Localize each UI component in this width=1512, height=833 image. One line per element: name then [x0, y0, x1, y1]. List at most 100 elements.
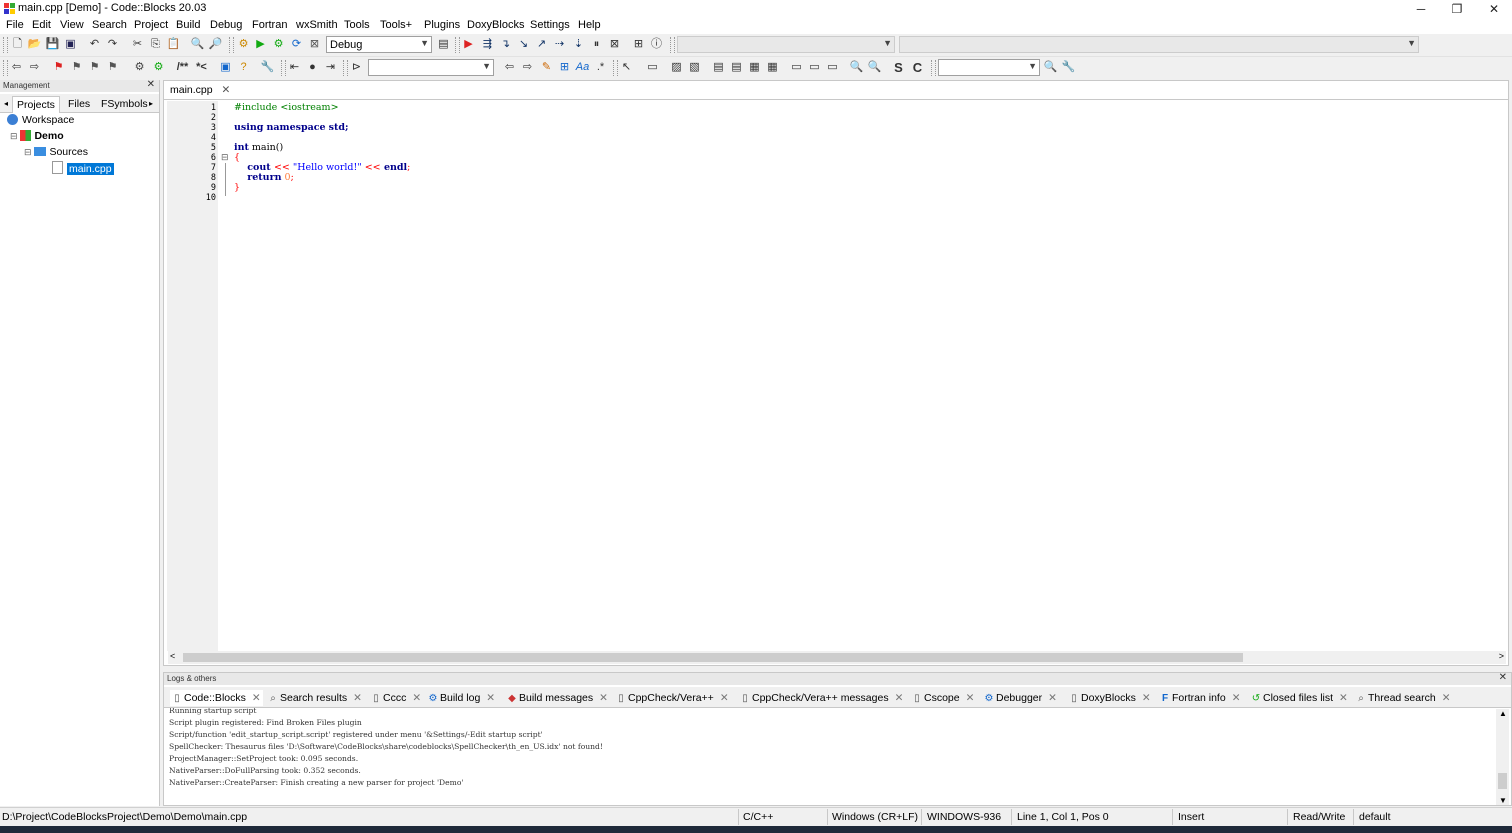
doxy-html-icon[interactable]: ?: [236, 60, 251, 75]
menu-settings[interactable]: Settings: [530, 19, 570, 31]
doxy-line-comment-icon[interactable]: *<: [194, 60, 209, 75]
menu-build[interactable]: Build: [176, 19, 200, 31]
wx-button-icon[interactable]: ▭: [807, 60, 822, 75]
incremental-search-icon[interactable]: ⊳: [349, 60, 364, 75]
editor-tab[interactable]: main.cpp ✕: [166, 82, 235, 99]
close-tab-icon[interactable]: ✕: [1048, 692, 1057, 704]
close-tab-icon[interactable]: ✕: [252, 692, 261, 704]
tab-projects[interactable]: Projects: [12, 96, 60, 113]
previous-bookmark-icon[interactable]: ⚑: [69, 60, 84, 75]
incremental-search-input[interactable]: ▼: [368, 59, 494, 76]
run-icon[interactable]: ▶: [253, 37, 268, 52]
cut-icon[interactable]: ✂: [130, 37, 145, 52]
toolbar-grip[interactable]: [670, 37, 675, 53]
tab-files[interactable]: Files: [64, 96, 94, 112]
save-all-icon[interactable]: ▣: [63, 37, 78, 52]
tab-closed-files-list[interactable]: ↺ Closed files list ✕: [1251, 690, 1348, 706]
tab-cppcheck[interactable]: ▯ CppCheck/Vera++ ✕: [616, 690, 729, 706]
close-tab-icon[interactable]: ✕: [486, 692, 495, 704]
menu-tools-plus[interactable]: Tools+: [380, 19, 412, 31]
toolbar-grip[interactable]: [343, 60, 348, 76]
toolbar-grip[interactable]: [3, 37, 8, 53]
tab-scroll-right-icon[interactable]: ▸: [145, 96, 157, 112]
build-and-run-icon[interactable]: ⚙: [271, 37, 286, 52]
menu-help[interactable]: Help: [578, 19, 601, 31]
symbol-s-icon[interactable]: S: [891, 60, 906, 75]
previous-function-icon[interactable]: ⇤: [287, 60, 302, 75]
close-tab-icon[interactable]: ✕: [895, 692, 904, 704]
zoom-in-icon[interactable]: 🔍: [849, 60, 864, 75]
menu-wxsmith[interactable]: wxSmith: [296, 19, 338, 31]
toolbar-grip[interactable]: [455, 37, 460, 53]
wrench-icon[interactable]: 🔧: [260, 60, 275, 75]
menu-file[interactable]: File: [6, 19, 24, 31]
close-tab-icon[interactable]: ✕: [1339, 692, 1348, 704]
jump-forward-icon[interactable]: ⇨: [27, 60, 42, 75]
close-tab-icon[interactable]: ✕: [1232, 692, 1241, 704]
menu-plugins[interactable]: Plugins: [424, 19, 460, 31]
toolbar-grip[interactable]: [931, 60, 936, 76]
build-target-select[interactable]: Debug ▼: [326, 36, 432, 53]
clear-bookmarks-icon[interactable]: ⚑: [105, 60, 120, 75]
tab-build-log[interactable]: ⚙ Build log ✕: [428, 690, 496, 706]
tab-codeblocks-log[interactable]: ▯ Code::Blocks ✕: [170, 690, 263, 706]
build-file-icon[interactable]: ⚙: [132, 60, 147, 75]
tab-build-messages[interactable]: ◆ Build messages ✕: [507, 690, 608, 706]
close-tab-icon[interactable]: ✕: [222, 84, 231, 96]
menu-project[interactable]: Project: [134, 19, 168, 31]
menu-doxyblocks[interactable]: DoxyBlocks: [467, 19, 524, 31]
fold-marker-icon[interactable]: ⊟: [221, 153, 229, 162]
log-output[interactable]: Running startup script Script plugin reg…: [164, 708, 1494, 804]
tab-fortran-info[interactable]: F Fortran info ✕: [1160, 690, 1241, 706]
tab-cccc[interactable]: ▯ Cccc ✕: [371, 690, 421, 706]
tab-thread-search[interactable]: ⌕ Thread search ✕: [1356, 690, 1451, 706]
horizontal-scrollbar[interactable]: < >: [168, 651, 1506, 664]
toolbar-grip[interactable]: [281, 60, 286, 76]
scrollbar-thumb[interactable]: [183, 653, 1243, 662]
stop-debug-icon[interactable]: ⊠: [607, 37, 622, 52]
next-function-icon[interactable]: ⇥: [323, 60, 338, 75]
close-button[interactable]: ✕: [1476, 0, 1512, 18]
close-icon[interactable]: ✕: [1499, 672, 1507, 683]
run-to-cursor-icon[interactable]: ⇶: [480, 37, 495, 52]
close-tab-icon[interactable]: ✕: [966, 692, 975, 704]
thread-search-input[interactable]: ▼: [938, 59, 1040, 76]
toolbar-grip[interactable]: [3, 60, 8, 76]
wx-textctrl-icon[interactable]: ▭: [825, 60, 840, 75]
search-previous-icon[interactable]: ⇦: [502, 60, 517, 75]
save-icon[interactable]: 💾: [45, 37, 60, 52]
toolbar-grip[interactable]: [613, 60, 618, 76]
close-tab-icon[interactable]: ✕: [1442, 692, 1451, 704]
wx-spacer-icon[interactable]: ▭: [789, 60, 804, 75]
scroll-down-icon[interactable]: ▼: [1499, 796, 1507, 805]
pause-icon[interactable]: ⏸: [589, 37, 604, 52]
jump-back-icon[interactable]: ⇦: [9, 60, 24, 75]
debug-windows-icon[interactable]: ⊞: [631, 37, 646, 52]
minimize-button[interactable]: ─: [1403, 0, 1439, 18]
debug-info-icon[interactable]: ⓘ: [649, 37, 664, 52]
wx-dialog-icon[interactable]: ▨: [669, 60, 684, 75]
show-target-dialog-icon[interactable]: ▤: [436, 37, 451, 52]
next-instruction-icon[interactable]: ⇢: [552, 37, 567, 52]
tab-scroll-left-icon[interactable]: ◂: [0, 96, 12, 112]
close-icon[interactable]: ✕: [147, 79, 155, 90]
step-out-icon[interactable]: ↗: [534, 37, 549, 52]
menu-search[interactable]: Search: [92, 19, 127, 31]
new-file-icon[interactable]: 🗋: [10, 37, 25, 52]
menu-edit[interactable]: Edit: [32, 19, 51, 31]
menu-fortran[interactable]: Fortran: [252, 19, 287, 31]
toolbar-grip[interactable]: [229, 37, 234, 53]
close-tab-icon[interactable]: ✕: [412, 692, 421, 704]
highlight-icon[interactable]: ✎: [539, 60, 554, 75]
doxy-comment-block-icon[interactable]: /**: [175, 60, 190, 75]
menu-tools[interactable]: Tools: [344, 19, 370, 31]
code-completion-function-select[interactable]: ▼: [899, 36, 1419, 53]
regex-icon[interactable]: .*: [593, 60, 608, 75]
restore-button[interactable]: ❐: [1439, 0, 1475, 18]
menu-view[interactable]: View: [60, 19, 84, 31]
next-line-icon[interactable]: ↴: [498, 37, 513, 52]
tree-folder[interactable]: ⊟ Sources: [24, 145, 88, 159]
paste-icon[interactable]: 📋: [166, 37, 181, 52]
close-tab-icon[interactable]: ✕: [720, 692, 729, 704]
wx-panel-icon[interactable]: ▧: [687, 60, 702, 75]
